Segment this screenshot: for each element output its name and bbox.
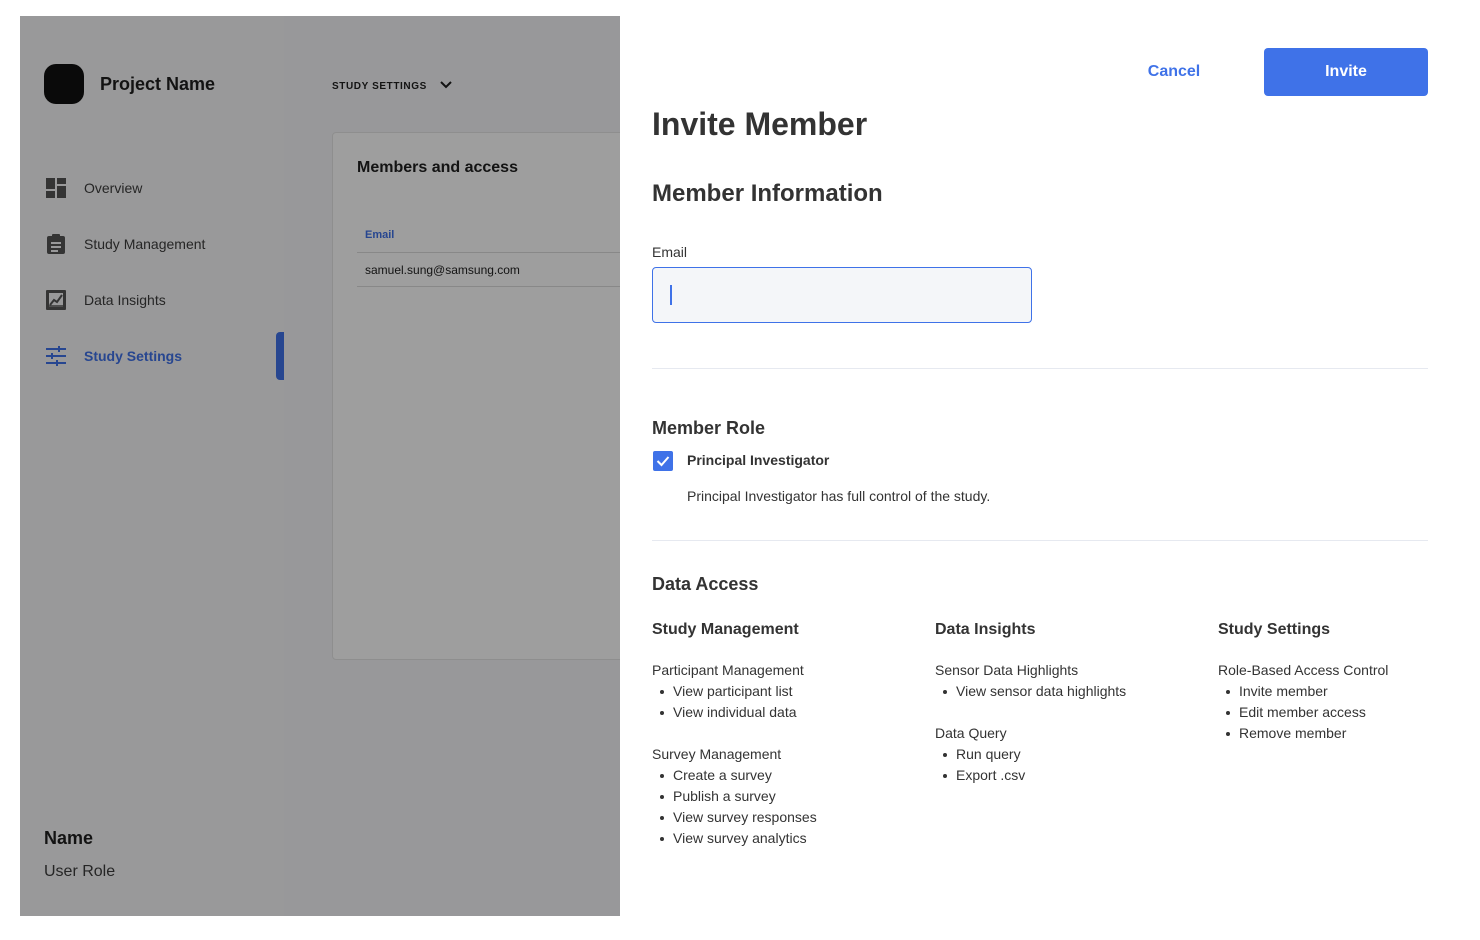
role-description: Principal Investigator has full control …: [687, 488, 991, 504]
email-input[interactable]: [652, 267, 1032, 323]
bullet-icon: [660, 773, 664, 778]
bullet-icon: [660, 794, 664, 799]
member-role-title: Member Role: [652, 418, 766, 438]
invite-button[interactable]: Invite: [1264, 48, 1428, 96]
member-information-title: Member Information: [652, 180, 883, 207]
list-item: View individual data: [660, 702, 912, 723]
access-group: Data Query Run query Export .csv: [935, 723, 1195, 786]
checkmark-icon: [656, 456, 670, 467]
group-title: Sensor Data Highlights: [935, 662, 1079, 678]
list-item: View survey analytics: [660, 828, 912, 849]
list-item: Remove member: [1226, 723, 1460, 744]
access-group: Role-Based Access Control Invite member …: [1218, 660, 1460, 744]
bullet-icon: [1226, 710, 1230, 715]
email-label: Email: [652, 244, 688, 260]
bullet-icon: [660, 710, 664, 715]
list-item: Invite member: [1226, 681, 1460, 702]
group-title: Data Query: [935, 725, 1007, 741]
cancel-button[interactable]: Cancel: [1114, 48, 1234, 96]
divider: [652, 368, 1428, 369]
list-item: View participant list: [660, 681, 912, 702]
bullet-icon: [943, 689, 947, 694]
app-window: Project Name Overview Study Management D…: [20, 16, 1460, 916]
access-column-study-management: Study Management Participant Management …: [652, 620, 912, 849]
invite-member-drawer: Cancel Invite Invite Member Member Infor…: [620, 16, 1460, 916]
list-item: Create a survey: [660, 765, 912, 786]
column-title: Study Management: [652, 621, 799, 638]
principal-investigator-label[interactable]: Principal Investigator: [687, 452, 829, 468]
text-caret: [670, 285, 672, 305]
principal-investigator-checkbox[interactable]: [653, 451, 673, 471]
data-access-title: Data Access: [652, 574, 759, 594]
bullet-icon: [1226, 731, 1230, 736]
divider: [652, 540, 1428, 541]
access-column-study-settings: Study Settings Role-Based Access Control…: [1218, 620, 1460, 744]
list-item: View sensor data highlights: [943, 681, 1195, 702]
bullet-icon: [660, 689, 664, 694]
drawer-title: Invite Member: [652, 106, 868, 142]
list-item: Run query: [943, 744, 1195, 765]
list-item: Export .csv: [943, 765, 1195, 786]
access-group: Survey Management Create a survey Publis…: [652, 744, 912, 849]
access-group: Sensor Data Highlights View sensor data …: [935, 660, 1195, 702]
list-item: View survey responses: [660, 807, 912, 828]
modal-overlay[interactable]: [20, 16, 620, 916]
list-item: Publish a survey: [660, 786, 912, 807]
access-column-data-insights: Data Insights Sensor Data Highlights Vie…: [935, 620, 1195, 786]
access-group: Participant Management View participant …: [652, 660, 912, 723]
bullet-icon: [1226, 689, 1230, 694]
list-item: Edit member access: [1226, 702, 1460, 723]
group-title: Role-Based Access Control: [1218, 662, 1389, 678]
column-title: Data Insights: [935, 621, 1036, 638]
group-title: Participant Management: [652, 662, 804, 678]
bullet-icon: [943, 752, 947, 757]
bullet-icon: [660, 815, 664, 820]
bullet-icon: [660, 836, 664, 841]
group-title: Survey Management: [652, 746, 782, 762]
bullet-icon: [943, 773, 947, 778]
column-title: Study Settings: [1218, 621, 1331, 638]
